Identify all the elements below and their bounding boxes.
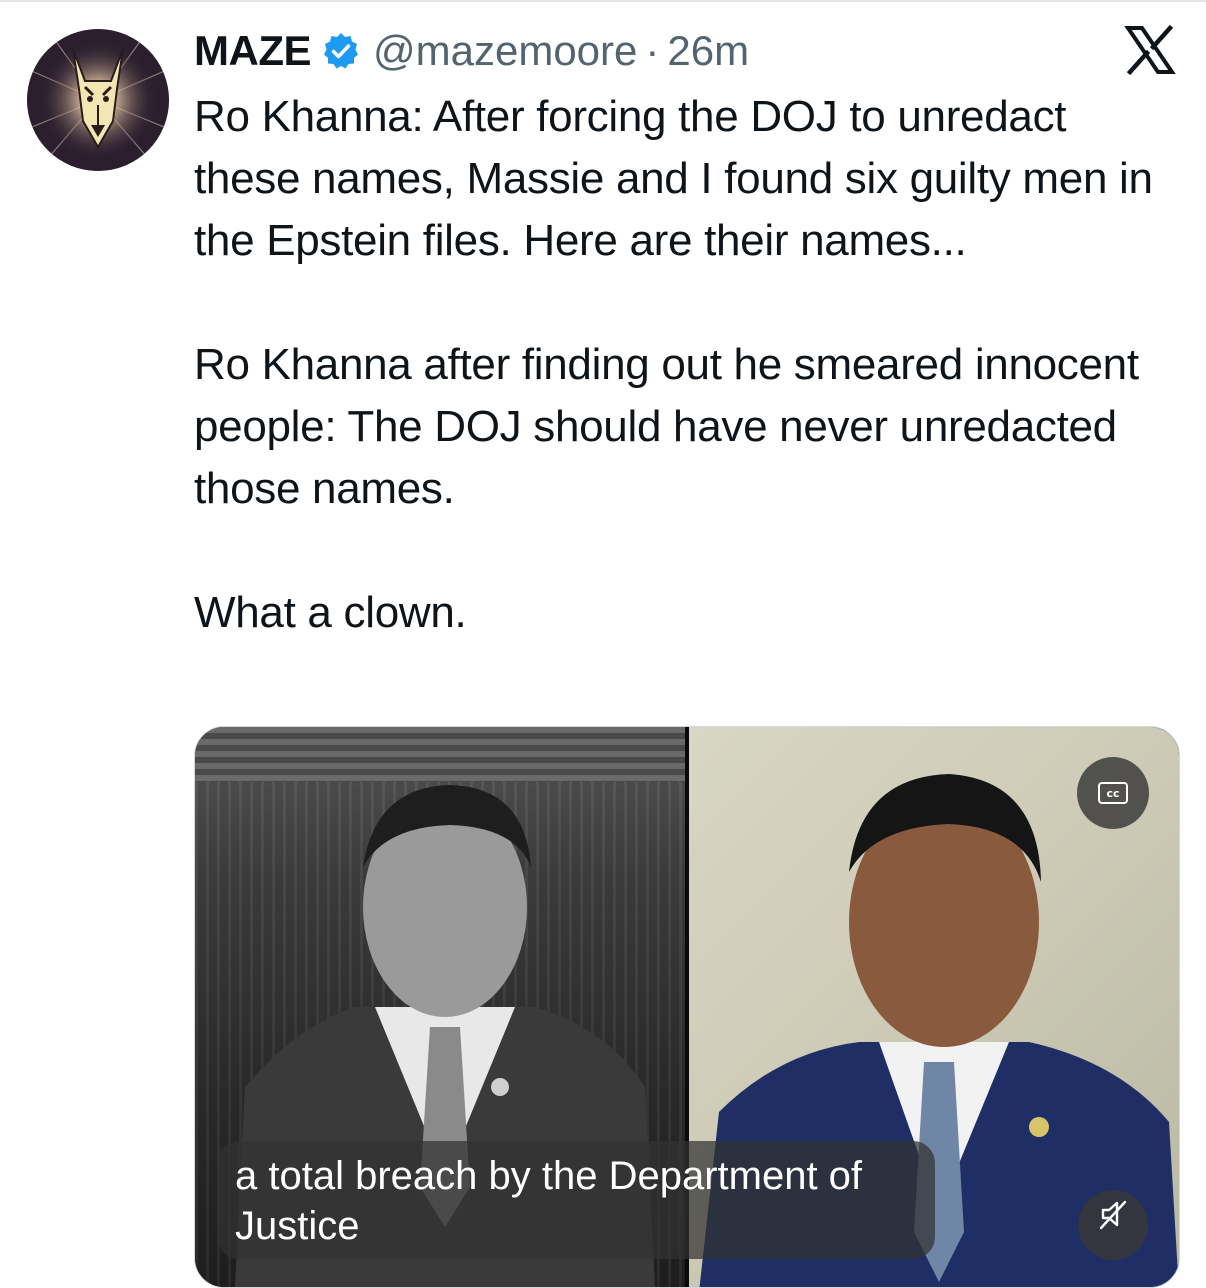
separator-dot: · [645, 27, 660, 74]
muted-speaker-icon [1099, 1200, 1127, 1230]
top-divider [0, 0, 1206, 2]
closed-captions-icon: cc [1098, 782, 1128, 804]
tweet-paragraph: Ro Khanna: After forcing the DOJ to unre… [194, 92, 1153, 265]
author-name[interactable]: MAZE [194, 27, 312, 75]
tweet-paragraph: What a clown. [194, 588, 467, 637]
caption-line: a total breach by the Department of [235, 1154, 863, 1198]
tweet-body: Ro Khanna: After forcing the DOJ to unre… [194, 86, 1184, 644]
tweet-header: MAZE @mazemoore · 26m [194, 26, 749, 76]
tweet-paragraph: Ro Khanna after finding out he smeared i… [194, 340, 1139, 513]
x-logo-icon[interactable] [1124, 24, 1176, 76]
timestamp[interactable]: 26m [667, 27, 749, 75]
video-caption: a total breach by the Department of Just… [217, 1141, 935, 1259]
caption-line: Justice [235, 1204, 360, 1248]
closed-captions-button[interactable]: cc [1077, 757, 1149, 829]
doberman-logo-icon [27, 29, 169, 171]
mute-button[interactable] [1078, 1190, 1148, 1260]
verified-badge-icon[interactable] [321, 31, 361, 71]
avatar[interactable] [27, 29, 169, 171]
author-handle[interactable]: @mazemoore [373, 27, 637, 75]
video-player[interactable]: cc a total breach by the Department of J… [194, 726, 1180, 1288]
